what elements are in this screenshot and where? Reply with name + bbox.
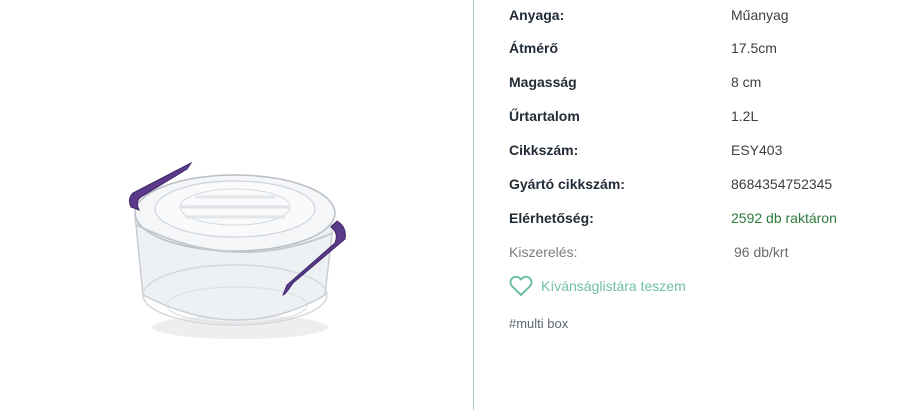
spec-label: Gyártó cikkszám: <box>509 176 625 192</box>
wishlist-label: Kívánságlistára teszem <box>541 278 686 294</box>
spec-row-manufacturer-sku: Gyártó cikkszám: 8684354752345 <box>509 173 909 195</box>
product-image[interactable] <box>125 155 355 345</box>
spec-label: Magasság <box>509 74 577 90</box>
spec-value: 8 cm <box>731 74 762 90</box>
spec-value: 17.5cm <box>731 40 777 56</box>
spec-value: 1.2L <box>731 108 759 124</box>
spec-value: ESY403 <box>731 142 783 158</box>
spec-row-height: Magasság 8 cm <box>509 71 909 93</box>
heart-outline-icon <box>509 275 533 296</box>
spec-row-diameter: Átmérő 17.5cm <box>509 37 909 59</box>
spec-label: Kiszerelés: <box>509 244 578 260</box>
spec-row-material: Anyaga: Műanyag <box>509 4 909 26</box>
stock-status: 2592 db raktáron <box>731 210 837 226</box>
spec-label: Cikkszám: <box>509 142 579 158</box>
spec-label: Anyaga: <box>509 7 565 23</box>
product-page: Anyaga: Műanyag Átmérő 17.5cm Magasság 8… <box>0 0 918 410</box>
add-to-wishlist-button[interactable]: Kívánságlistára teszem <box>509 274 686 298</box>
spec-label: Űrtartalom <box>509 108 580 124</box>
product-tag-link[interactable]: #multi box <box>509 316 568 331</box>
product-image-pane <box>0 0 473 410</box>
spec-label: Átmérő <box>509 40 559 56</box>
spec-value: 96 db/krt <box>734 244 789 260</box>
spec-row-availability: Elérhetőség: 2592 db raktáron <box>509 207 909 229</box>
spec-value: 8684354752345 <box>731 176 833 192</box>
spec-row-capacity: Űrtartalom 1.2L <box>509 105 909 127</box>
spec-row-sku: Cikkszám: ESY403 <box>509 139 909 161</box>
spec-value: Műanyag <box>731 7 789 23</box>
spec-label: Elérhetőség: <box>509 210 594 226</box>
spec-row-packaging: Kiszerelés: 96 db/krt <box>509 241 909 263</box>
column-divider <box>473 0 474 410</box>
